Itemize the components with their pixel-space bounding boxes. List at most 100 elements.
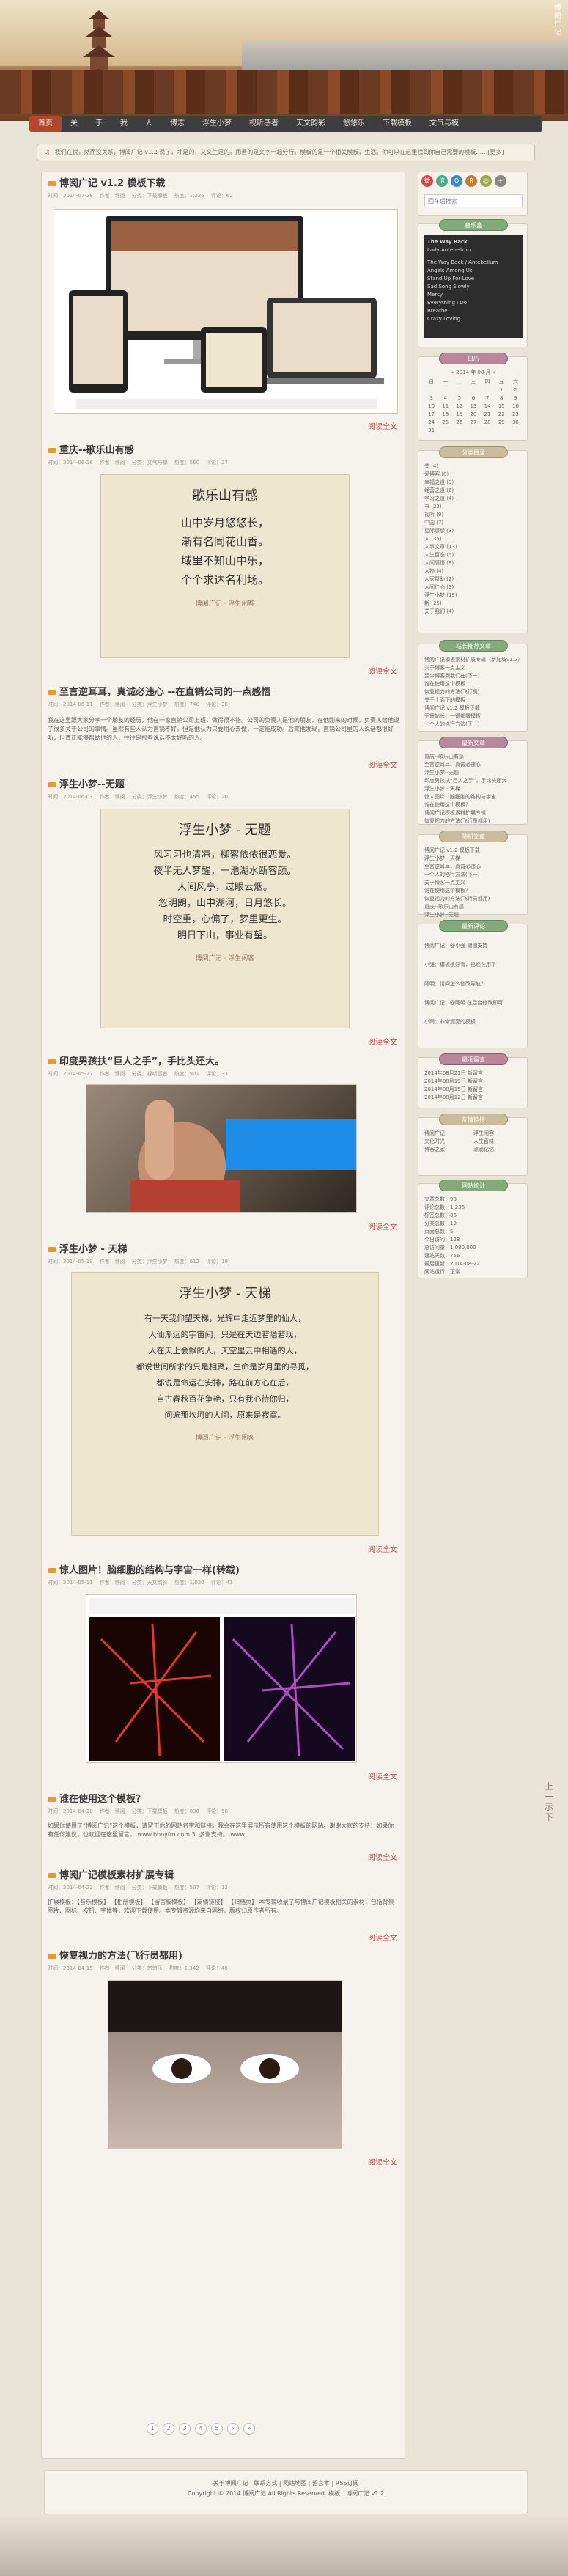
stat-item[interactable]: 总访问量：1,080,000 (424, 1244, 523, 1252)
nav-templates[interactable]: 下载模板 (374, 116, 421, 132)
latest-item[interactable]: 惊人图片！脑细胞的结构与宇宙 (424, 793, 523, 801)
latest-item[interactable]: 浮生小梦 - 天梯 (424, 785, 523, 793)
calendar-day[interactable]: 17 (424, 411, 438, 419)
recommend-item[interactable]: 博阅广记 v1.2 模板下载 (424, 704, 523, 713)
post-title[interactable]: 重庆--歌乐山有感 (48, 445, 399, 457)
calendar-day[interactable] (509, 427, 523, 435)
stat-item[interactable]: 分类总数：19 (424, 1220, 523, 1228)
category-item[interactable]: 学习之道 (4) (424, 495, 523, 503)
calendar-day[interactable]: 8 (495, 394, 509, 402)
category-item[interactable]: 幸福之道 (9) (424, 479, 523, 487)
message-item[interactable]: 2014年08月15日 新留言 (424, 1086, 523, 1094)
calendar-day[interactable]: 18 (438, 411, 452, 419)
random-item[interactable]: 浮生小梦 - 天梯 (424, 855, 523, 863)
category-item[interactable]: 人 (35) (424, 535, 523, 543)
qq-icon[interactable]: Q (451, 175, 462, 187)
page-last[interactable]: » (243, 2423, 255, 2435)
rss-icon[interactable]: R (465, 175, 477, 187)
latest-item[interactable]: 博阅广记模板素材扩展专辑 (424, 809, 523, 817)
link-item[interactable]: 人生百味 (473, 1138, 523, 1146)
music-player[interactable]: The Way Back Lady Antebellum The Way Bac… (424, 235, 523, 338)
recommend-item[interactable]: 无需站长，一键部署模板 (424, 713, 523, 721)
stat-item[interactable]: 今日访问：128 (424, 1236, 523, 1244)
stat-item[interactable]: 评论总数：1,236 (424, 1204, 523, 1212)
random-item[interactable]: 至言逆耳耳，真诚必违心 (424, 863, 523, 871)
calendar-day[interactable]: 5 (452, 394, 466, 402)
post-title[interactable]: 博阅广记模板素材扩展专辑 (48, 1870, 399, 1882)
category-item[interactable]: 人间仁心 (3) (424, 584, 523, 592)
calendar-day[interactable]: 4 (438, 394, 452, 402)
category-item[interactable]: 爱博客 (8) (424, 471, 523, 479)
stat-item[interactable]: 网站运行：正常 (424, 1268, 523, 1276)
footer-links[interactable]: 关于博阅广记 | 联系方式 | 网站地图 | 留言本 | RSS订阅 (45, 2479, 527, 2489)
calendar-day[interactable] (466, 427, 480, 435)
calendar-day[interactable]: 29 (495, 419, 509, 427)
nav-leisure[interactable]: 悠悠乐 (334, 116, 374, 132)
category-item[interactable]: 人物 (4) (424, 567, 523, 575)
latest-item[interactable]: 印度男孩扶“巨人之手”，手比头还大 (424, 777, 523, 785)
eyes-image[interactable] (108, 1980, 342, 2149)
device-mockup-image[interactable] (54, 209, 398, 414)
calendar-day[interactable]: 22 (495, 411, 509, 419)
calendar-day[interactable] (452, 427, 466, 435)
page-2[interactable]: 2 (163, 2423, 174, 2435)
wechat-icon[interactable]: 信 (436, 175, 448, 187)
post-title[interactable]: 博阅广记 v1.2 模板下载 (48, 178, 399, 190)
poem-scroll-image[interactable]: 浮生小梦 - 天梯 有一天我仰望天梯，光辉中走近梦里的仙人， 人仙渐远的宇宙间，只… (71, 1272, 379, 1536)
calendar-day[interactable] (495, 427, 509, 435)
calendar-day[interactable]: 27 (466, 419, 480, 427)
read-more-link[interactable]: 阅读全文 (368, 1543, 397, 1554)
message-item[interactable]: 2014年08月19日 新留言 (424, 1078, 523, 1086)
calendar-day[interactable]: 31 (424, 427, 438, 435)
message-item[interactable]: 2014年08月21日 新留言 (424, 1070, 523, 1078)
category-item[interactable]: 视听 (9) (424, 511, 523, 519)
stat-item[interactable]: 建站天数：756 (424, 1252, 523, 1260)
calendar-day[interactable] (481, 427, 495, 435)
recommend-item[interactable]: 博阅广记模板素材扩展专辑（新加坡v1.2） (424, 656, 523, 664)
post-title[interactable]: 惊人图片！脑细胞的结构与宇宙一样(转载) (48, 1565, 399, 1577)
scroll-up-label[interactable]: 上 (544, 1781, 554, 1792)
category-item[interactable]: 人间感悟 (8) (424, 559, 523, 567)
weibo-icon[interactable]: 微 (421, 175, 433, 187)
post-title[interactable]: 至言逆耳耳，真诚必违心 --在直销公司的一点感悟 (48, 687, 399, 699)
message-item[interactable]: 2014年08月12日 新留言 (424, 1094, 523, 1102)
nav-me[interactable]: 我 (111, 116, 136, 132)
mail-icon[interactable]: @ (480, 175, 492, 187)
calendar-day[interactable] (466, 386, 480, 394)
nav-home[interactable]: 首页 (29, 116, 62, 132)
latest-item[interactable]: 谁在使用这个模板？ (424, 801, 523, 809)
link-item[interactable]: 博阅广记 (424, 1130, 473, 1138)
stat-item[interactable]: 标签总数：86 (424, 1212, 523, 1220)
category-item[interactable]: 人生百态 (5) (424, 551, 523, 559)
search-input[interactable] (424, 194, 523, 207)
category-item[interactable]: 书 (23) (424, 503, 523, 511)
read-more-link[interactable]: 阅读全文 (368, 420, 397, 431)
random-item[interactable]: 关于博客一点主义 (424, 879, 523, 887)
calendar-day[interactable]: 2 (509, 386, 523, 394)
poem-scroll-image[interactable]: 歌乐山有感 山中岁月悠悠长， 渐有名同花山香。 域里不知山中乐， 个个求达名利场。 博… (100, 474, 350, 658)
calendar-day[interactable]: 15 (495, 402, 509, 411)
latest-item[interactable]: 恢复视力的方法(飞行员都用) (424, 817, 523, 825)
stat-item[interactable]: 页面总数：5 (424, 1228, 523, 1236)
random-item[interactable]: 谁在使用这个模板？ (424, 887, 523, 895)
calendar-day[interactable] (438, 427, 452, 435)
recommend-item[interactable]: 关于上面下的模板 (424, 696, 523, 704)
stat-item[interactable]: 最后更新：2014-08-22 (424, 1260, 523, 1268)
scroll-down-label[interactable]: 下 (544, 1812, 554, 1822)
calendar-day[interactable] (424, 386, 438, 394)
random-item[interactable]: 博阅广记 v1.2 模板下载 (424, 847, 523, 855)
random-item[interactable]: 浮生小梦--无题 (424, 911, 523, 919)
link-item[interactable]: 博客之家 (424, 1146, 473, 1154)
link-item[interactable]: 点滴记忆 (473, 1146, 523, 1154)
recommend-item[interactable]: 谁在使用这个模板 (424, 680, 523, 688)
category-item[interactable]: 人家帮助 (2) (424, 575, 523, 584)
category-item[interactable]: 新 (25) (424, 600, 523, 608)
nav-people[interactable]: 人 (136, 116, 161, 132)
calendar-day[interactable]: 19 (452, 411, 466, 419)
calendar-day[interactable]: 9 (509, 394, 523, 402)
recommend-item[interactable]: 关于博客一点主义 (424, 664, 523, 672)
comment-item[interactable]: 阿明：请问怎么修改导航？ (424, 974, 523, 993)
calendar-day[interactable]: 26 (452, 419, 466, 427)
page-4[interactable]: 4 (195, 2423, 207, 2435)
calendar-day[interactable]: 23 (509, 411, 523, 419)
